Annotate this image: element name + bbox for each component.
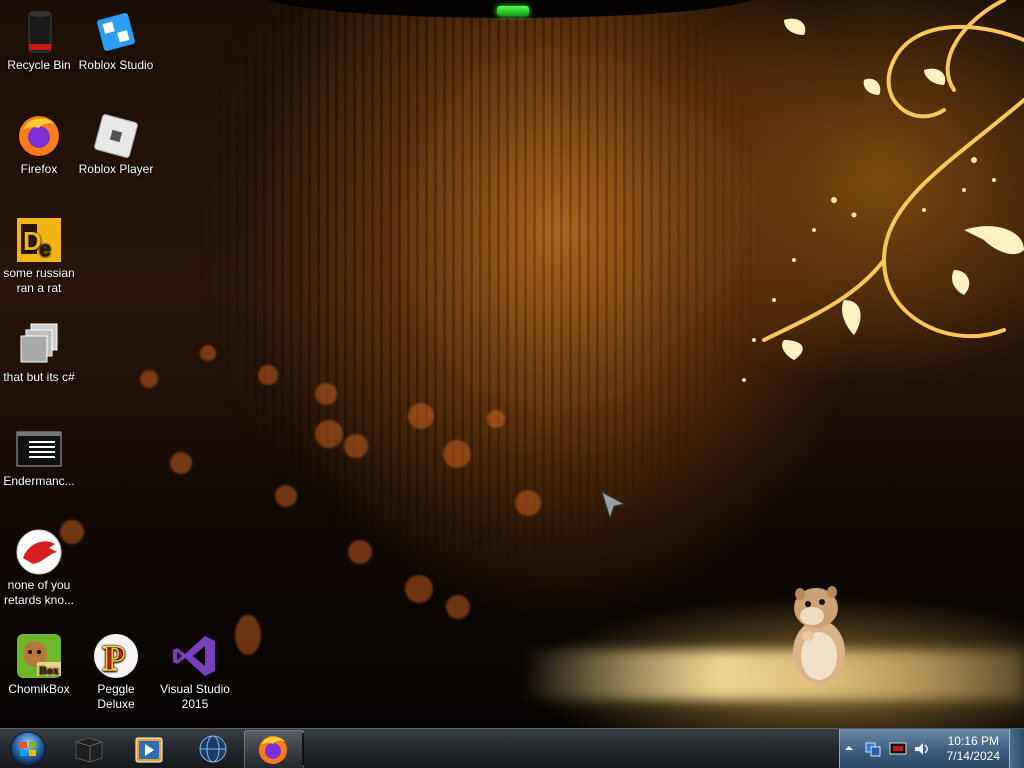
desktop-icon-red-dragon[interactable]: none of you retards kno... [1, 524, 77, 608]
bokeh-dot [315, 420, 343, 448]
desktop-icon-label: Visual Studio 2015 [160, 682, 230, 711]
de-app-icon: D e [15, 216, 63, 264]
bokeh-dot [344, 434, 368, 458]
desktop-icon-csharp-app[interactable]: that but its c# [1, 316, 77, 385]
windows-orb-icon [10, 731, 46, 767]
bokeh-dot [443, 440, 471, 468]
show-hidden-icons-arrow[interactable] [844, 743, 854, 753]
bokeh-dot [235, 615, 261, 655]
desktop-icon-label: ChomikBox [8, 682, 70, 696]
green-indicator [497, 6, 529, 16]
chomikbox-icon: Box [15, 632, 63, 680]
bokeh-dot [487, 410, 505, 428]
firefox-icon [259, 736, 287, 764]
taskbar: 10:16 PM 7/14/2024 [0, 728, 1024, 768]
clock[interactable]: 10:16 PM 7/14/2024 [947, 734, 1000, 764]
bokeh-dot [348, 540, 372, 564]
clock-time: 10:16 PM [947, 734, 999, 748]
hamster-figure [793, 586, 845, 684]
bokeh-dot [515, 490, 541, 516]
show-desktop-button[interactable] [1009, 729, 1024, 768]
desktop-icon-de-app[interactable]: D e some russian ran a rat [1, 212, 77, 296]
taskbar-pinned-globe[interactable] [184, 730, 242, 768]
desktop[interactable]: Recycle Bin Roblox Studio Firefox Roblox… [0, 0, 1024, 728]
desktop-icon-label: Endermanc... [3, 474, 75, 488]
start-button[interactable] [2, 730, 54, 768]
speaker-icon[interactable] [913, 740, 931, 758]
bokeh-dot [446, 595, 470, 619]
svg-text:e: e [39, 236, 51, 261]
desktop-icon-label: Peggle Deluxe [97, 682, 135, 711]
taskbar-firefox[interactable] [244, 730, 304, 768]
bokeh-dot [315, 383, 337, 405]
roblox-studio-icon [92, 8, 140, 56]
svg-text:Box: Box [39, 663, 59, 677]
desktop-icon-label: Firefox [20, 162, 58, 176]
visual-studio-icon [171, 632, 219, 680]
network-icon[interactable] [864, 740, 882, 758]
firefox-icon [15, 112, 63, 160]
peggle-icon: P [92, 632, 140, 680]
black-box-icon [75, 737, 103, 763]
desktop-icon-chomikbox[interactable]: Box ChomikBox [1, 628, 77, 697]
desktop-icon-label: none of you retards kno... [3, 578, 75, 607]
desktop-icon-recycle-bin[interactable]: Recycle Bin [1, 4, 77, 73]
bokeh-dot [275, 485, 297, 507]
globe-icon [199, 735, 227, 763]
desktop-icon-label: Roblox Player [78, 162, 154, 176]
mouse-pointer [601, 490, 626, 520]
bokeh-dot [140, 370, 158, 388]
desktop-icon-roblox-player[interactable]: Roblox Player [78, 108, 154, 177]
svg-text:P: P [103, 638, 125, 678]
floor-light-glow [520, 650, 1024, 700]
clock-date: 7/14/2024 [946, 749, 1000, 763]
bokeh-dot [200, 345, 216, 361]
desktop-icon-label: some russian ran a rat [3, 266, 75, 295]
wallpaper-streaks [200, 0, 760, 560]
golden-swirl-ornament [742, 0, 1024, 382]
taskbar-separator [302, 733, 304, 765]
roblox-player-icon [92, 112, 140, 160]
desktop-icon-visual-studio[interactable]: Visual Studio 2015 [157, 628, 233, 712]
desktop-icon-endermanch[interactable]: Endermanc... [1, 420, 77, 489]
red-dragon-icon [15, 528, 63, 576]
desktop-icon-roblox-studio[interactable]: Roblox Studio [78, 4, 154, 73]
system-tray: 10:16 PM 7/14/2024 [839, 729, 1024, 768]
terminal-window-icon [15, 424, 63, 472]
bokeh-dot [258, 365, 278, 385]
bokeh-dot [405, 575, 433, 603]
desktop-icon-peggle[interactable]: P Peggle Deluxe [78, 628, 154, 712]
taskbar-pinned-black-box[interactable] [60, 730, 118, 768]
desktop-icon-label: Roblox Studio [78, 58, 154, 72]
bokeh-dot [170, 452, 192, 474]
taskbar-pinned-media-player[interactable] [120, 730, 178, 768]
desktop-icon-label: Recycle Bin [7, 58, 71, 72]
desktop-icon-label: that but its c# [3, 370, 75, 384]
desktop-icon-firefox[interactable]: Firefox [1, 108, 77, 177]
red-monitor-icon[interactable] [889, 741, 907, 757]
media-player-icon [135, 737, 163, 763]
windows-stack-icon [15, 320, 63, 368]
bokeh-dot [408, 403, 434, 429]
recycle-bin-icon [15, 8, 63, 56]
